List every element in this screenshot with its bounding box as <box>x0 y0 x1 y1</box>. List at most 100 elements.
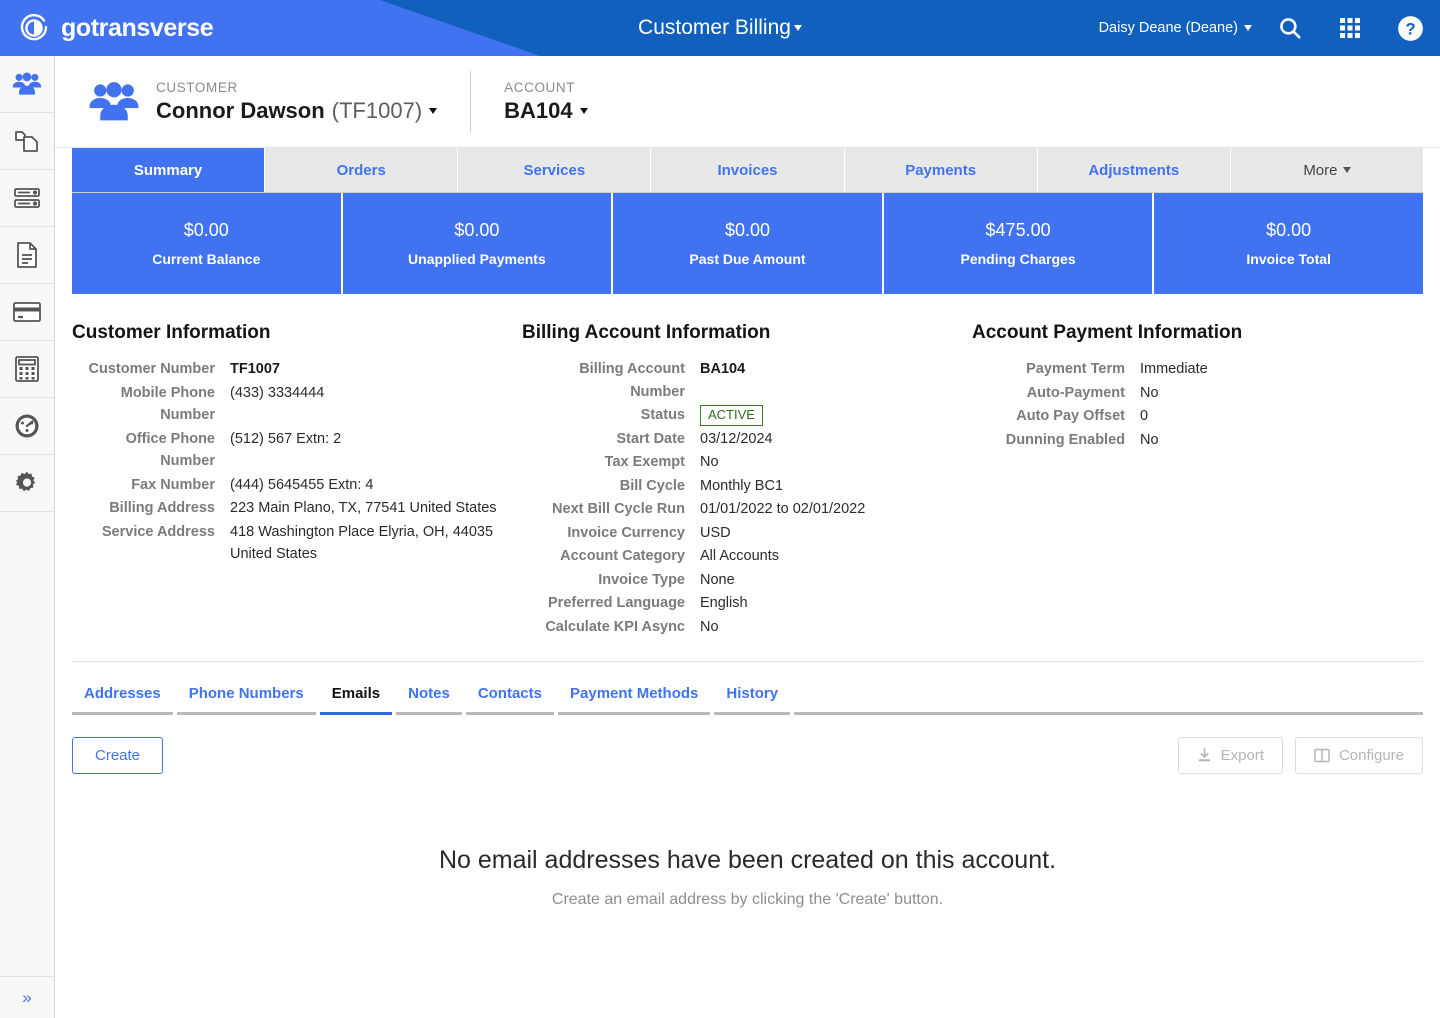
tab-payments[interactable]: Payments <box>844 148 1038 192</box>
field-value: 223 Main Plano, TX, 77541 United States <box>230 500 497 516</box>
kpi-cards: $0.00 Current Balance $0.00 Unapplied Pa… <box>72 193 1423 294</box>
field-label: Bill Cycle <box>619 477 685 494</box>
chevron-down-icon <box>579 107 588 114</box>
subtab-history[interactable]: History <box>714 678 791 715</box>
field-value: Immediate <box>1140 361 1208 377</box>
tab-orders[interactable]: Orders <box>265 148 459 192</box>
field-row: Account Category All Accounts <box>522 545 972 568</box>
field-row: Auto-Payment No <box>972 382 1412 405</box>
field-value: None <box>700 571 735 588</box>
field-row: Auto Pay Offset 0 <box>972 405 1412 428</box>
configure-button[interactable]: Configure <box>1294 737 1423 774</box>
account-label: ACCOUNT <box>504 79 576 95</box>
subtab-addresses[interactable]: Addresses <box>72 678 173 715</box>
export-button[interactable]: Export <box>1177 737 1283 774</box>
sidebar-item-adjustments[interactable] <box>0 341 54 398</box>
kpi-invoice-total[interactable]: $0.00 Invoice Total <box>1154 193 1423 294</box>
tab-label: Invoices <box>717 161 778 179</box>
section-title: Billing Account Information <box>522 322 771 343</box>
field-label: Start Date <box>616 430 686 447</box>
kpi-label: Invoice Total <box>1246 251 1331 267</box>
sub-tab-bar: Addresses Phone Numbers Emails Notes Con… <box>72 662 1423 715</box>
gauge-speedometer-icon <box>13 412 41 440</box>
app-title-label: Customer Billing <box>638 16 791 39</box>
tab-invoices[interactable]: Invoices <box>651 148 845 192</box>
kpi-amount: $0.00 <box>454 220 500 240</box>
subtab-label: Notes <box>408 685 450 702</box>
field-label: Auto Pay Offset <box>1016 408 1125 424</box>
account-selector[interactable]: BA104 <box>504 98 588 124</box>
kpi-pending-charges[interactable]: $475.00 Pending Charges <box>883 193 1155 294</box>
field-label: Auto-Payment <box>1026 384 1125 401</box>
subtab-emails[interactable]: Emails <box>319 678 393 715</box>
field-row: Payment Term Immediate <box>972 358 1412 381</box>
gotransverse-circle-logo-icon <box>18 12 50 44</box>
kpi-amount: $0.00 <box>724 220 770 240</box>
kpi-unapplied-payments[interactable]: $0.00 Unapplied Payments <box>342 193 614 294</box>
field-value: 03/12/2024 <box>700 430 773 447</box>
field-label: Billing Account Number <box>579 361 685 400</box>
field-value: (433) 3334444 <box>230 384 325 401</box>
kpi-amount: $0.00 <box>1266 220 1312 240</box>
subtab-payment-methods[interactable]: Payment Methods <box>558 678 711 715</box>
help-button[interactable]: ? <box>1380 0 1440 56</box>
field-row: Dunning Enabled No <box>972 429 1412 452</box>
credit-card-icon <box>12 301 42 323</box>
field-label: Customer Number <box>88 361 216 377</box>
sidebar-item-orders[interactable] <box>0 113 54 170</box>
kpi-current-balance[interactable]: $0.00 Current Balance <box>72 193 343 294</box>
field-row: Customer Number TF1007 <box>72 358 522 381</box>
field-row: Calculate KPI Async No <box>522 616 972 639</box>
subtab-contacts[interactable]: Contacts <box>465 678 554 715</box>
field-value: (444) 5645455 Extn: 4 <box>230 476 374 493</box>
tab-adjustments[interactable]: Adjustments <box>1037 148 1231 192</box>
sidebar-item-settings[interactable] <box>0 455 54 512</box>
field-label: Billing Address <box>109 500 215 516</box>
download-icon <box>1197 748 1212 763</box>
kpi-label: Pending Charges <box>960 251 1076 267</box>
empty-state: No email addresses have been created on … <box>55 846 1440 909</box>
field-value: 0 <box>1140 408 1149 424</box>
field-row: Invoice Currency USD <box>522 522 972 545</box>
tab-more[interactable]: More <box>1230 148 1423 192</box>
subtab-notes[interactable]: Notes <box>396 678 462 715</box>
server-stack-icon <box>13 186 41 210</box>
left-icon-rail: » <box>0 56 55 1018</box>
sidebar-item-dashboard[interactable] <box>0 398 54 455</box>
field-row: Tax Exempt No <box>522 451 972 474</box>
search-button[interactable] <box>1260 0 1320 56</box>
field-value: All Accounts <box>700 548 779 564</box>
field-row: Preferred Language English <box>522 592 972 615</box>
field-label: Invoice Type <box>598 571 685 588</box>
sidebar-item-payments[interactable] <box>0 284 54 341</box>
field-label: Office Phone Number <box>125 430 215 470</box>
apps-grid-icon <box>1338 16 1362 40</box>
action-bar: Create Export Configure <box>72 737 1423 774</box>
calculator-icon <box>14 355 40 383</box>
account-block: ACCOUNT BA104 <box>504 79 588 124</box>
customer-selector[interactable]: Connor Dawson (TF1007) <box>156 98 438 124</box>
kpi-past-due-amount[interactable]: $0.00 Past Due Amount <box>613 193 884 294</box>
tab-label: More <box>1303 161 1338 179</box>
tab-label: Services <box>523 161 586 179</box>
chevron-down-icon <box>1244 25 1252 31</box>
subtab-phone-numbers[interactable]: Phone Numbers <box>176 678 316 715</box>
field-label: Mobile Phone Number <box>120 384 215 424</box>
create-button[interactable]: Create <box>72 737 164 774</box>
tab-summary[interactable]: Summary <box>72 148 266 192</box>
sidebar-item-services[interactable] <box>0 170 54 227</box>
brand-logo[interactable]: gotransverse <box>18 0 214 56</box>
main-tab-bar: Summary Orders Services Invoices Payment… <box>72 148 1423 193</box>
record-header: CUSTOMER Connor Dawson (TF1007) ACCOUNT … <box>55 56 1440 148</box>
sidebar-item-customers[interactable] <box>0 56 54 113</box>
apps-button[interactable] <box>1320 0 1380 56</box>
user-menu[interactable]: Daisy Deane (Deane) <box>1099 20 1260 36</box>
section-title: Account Payment Information <box>972 322 1243 343</box>
sidebar-expand-button[interactable]: » <box>0 976 54 1018</box>
sidebar-item-invoices[interactable] <box>0 227 54 284</box>
empty-state-subtitle: Create an email address by clicking the … <box>551 891 944 908</box>
tab-services[interactable]: Services <box>458 148 652 192</box>
brand-name: gotransverse <box>61 13 214 42</box>
field-row: Next Bill Cycle Run 01/01/2022 to 02/01/… <box>522 498 972 521</box>
app-title-dropdown[interactable]: Customer Billing <box>638 16 802 40</box>
